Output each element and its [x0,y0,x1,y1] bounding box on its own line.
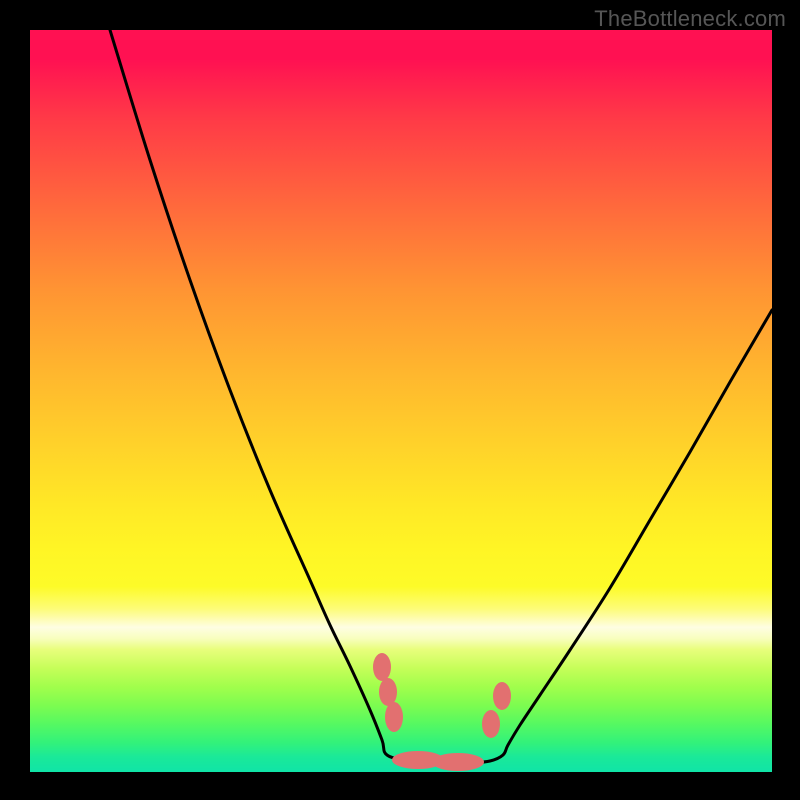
watermark-text: TheBottleneck.com [594,6,786,32]
plot-background [30,30,772,772]
chart-frame: TheBottleneck.com [0,0,800,800]
